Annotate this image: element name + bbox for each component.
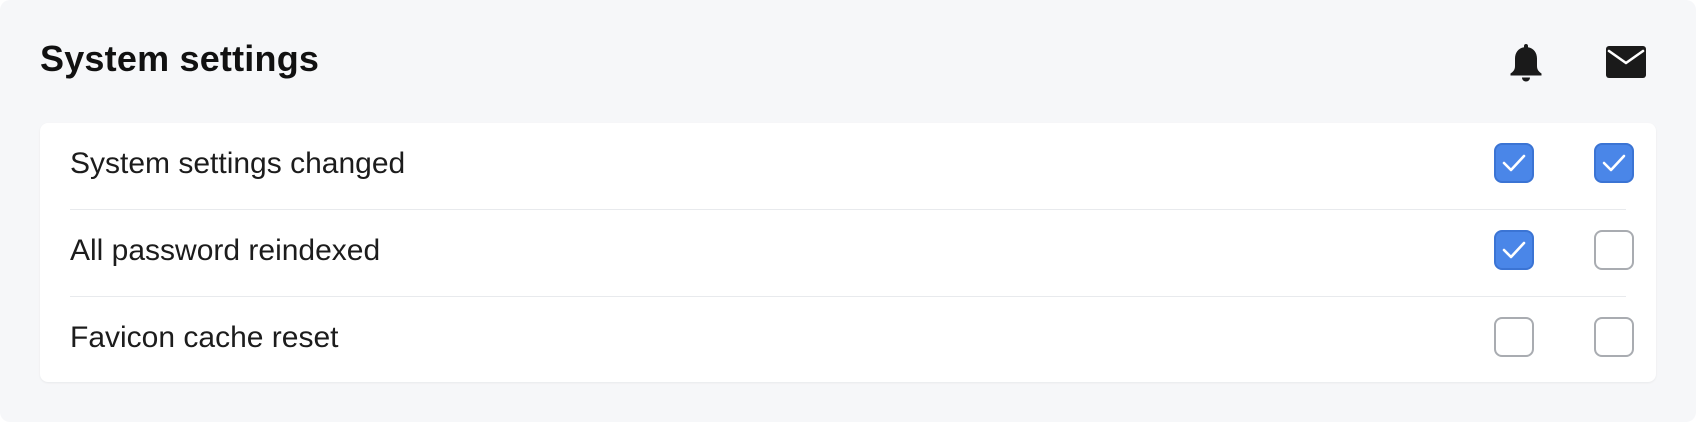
mail-icon bbox=[1604, 40, 1648, 84]
section-header: System settings bbox=[40, 0, 1656, 122]
push-checkbox[interactable] bbox=[1494, 317, 1534, 357]
bell-icon bbox=[1504, 40, 1548, 84]
section-title: System settings bbox=[40, 38, 320, 79]
push-checkbox[interactable] bbox=[1494, 143, 1534, 183]
row-label: Favicon cache reset bbox=[70, 321, 339, 354]
email-checkbox[interactable] bbox=[1594, 317, 1634, 357]
push-checkbox[interactable] bbox=[1494, 230, 1534, 270]
list-item: System settings changed bbox=[70, 123, 1634, 209]
checkmark-icon bbox=[1602, 154, 1626, 172]
row-label: System settings changed bbox=[70, 147, 406, 180]
list-item: Favicon cache reset bbox=[70, 297, 1634, 383]
email-checkbox[interactable] bbox=[1594, 143, 1634, 183]
row-label: All password reindexed bbox=[70, 234, 381, 267]
list-item: All password reindexed bbox=[70, 210, 1634, 296]
checkmark-icon bbox=[1502, 154, 1526, 172]
system-settings-panel: System settings System settings changed bbox=[0, 0, 1696, 422]
checkmark-icon bbox=[1502, 241, 1526, 259]
email-checkbox[interactable] bbox=[1594, 230, 1634, 270]
notification-list: System settings changed All password rei… bbox=[40, 123, 1656, 382]
